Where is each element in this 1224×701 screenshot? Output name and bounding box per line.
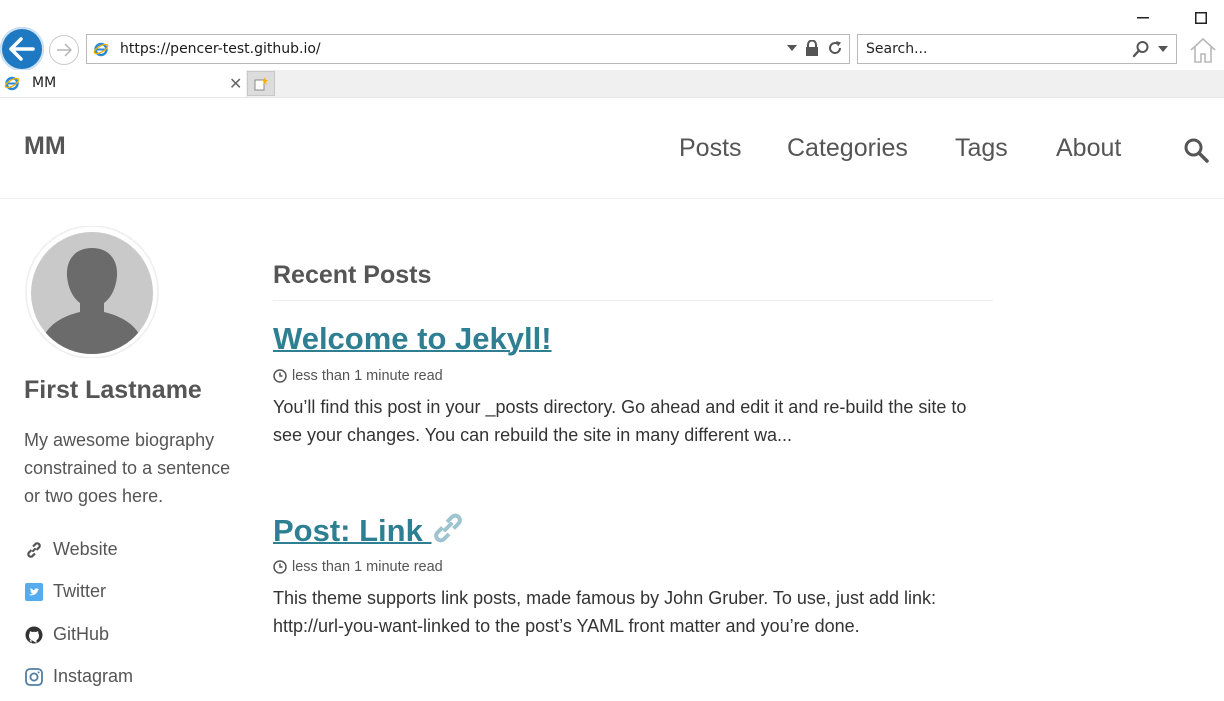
close-tab-icon[interactable]: ✕ (229, 74, 242, 93)
site-masthead: MM Posts Categories Tags About (0, 98, 1224, 199)
author-link-github[interactable]: GitHub (24, 624, 109, 645)
author-link-website[interactable]: Website (24, 539, 118, 560)
address-bar[interactable]: https://pencer-test.github.io/ (86, 34, 850, 64)
author-link-instagram[interactable]: Instagram (24, 666, 133, 687)
browser-chrome: https://pencer-test.github.io/ Search... (0, 0, 1224, 98)
address-url[interactable]: https://pencer-test.github.io/ (120, 41, 321, 57)
lock-icon[interactable] (805, 40, 819, 56)
search-dropdown-icon[interactable] (1158, 46, 1168, 52)
dropdown-arrow-icon[interactable] (787, 45, 797, 51)
back-button[interactable] (0, 27, 44, 71)
forward-button[interactable] (49, 35, 79, 65)
post-excerpt: You’ll find this post in your _posts dir… (273, 397, 967, 445)
maximize-icon[interactable] (1190, 8, 1212, 28)
post-meta: less than 1 minute read (273, 368, 443, 384)
home-button[interactable] (1188, 35, 1218, 65)
minimize-icon[interactable] (1132, 8, 1154, 28)
author-name: First Lastname (24, 376, 202, 404)
post-title-link[interactable]: Welcome to Jekyll! (273, 321, 552, 357)
refresh-icon[interactable] (827, 40, 843, 56)
magnifier-icon[interactable] (1132, 40, 1150, 58)
post-meta: less than 1 minute read (273, 559, 443, 575)
nav-posts-link[interactable]: Posts (679, 134, 742, 163)
author-link-label: Twitter (53, 581, 107, 601)
arrow-right-icon (57, 43, 72, 57)
read-time: less than 1 minute read (292, 559, 443, 575)
ie-logo-icon (93, 42, 109, 57)
site-search-icon[interactable] (1183, 137, 1209, 163)
new-tab-button[interactable] (247, 71, 275, 96)
search-box[interactable]: Search... (857, 34, 1177, 64)
nav-about-link[interactable]: About (1056, 134, 1121, 163)
clock-icon (273, 369, 287, 383)
permalink-icon[interactable] (431, 512, 465, 544)
search-input[interactable]: Search... (866, 41, 927, 57)
author-link-label: GitHub (53, 624, 110, 644)
author-link-label: Website (53, 539, 118, 559)
clock-icon (273, 560, 287, 574)
author-link-label: Instagram (53, 666, 134, 686)
post-title-link[interactable]: Post: Link (273, 512, 465, 549)
author-bio: My awesome biography constrained to a se… (24, 430, 231, 506)
new-tab-icon (254, 76, 268, 90)
post-excerpt: This theme supports link posts, made fam… (273, 588, 937, 636)
author-link-twitter[interactable]: Twitter (24, 581, 106, 602)
instagram-icon (24, 667, 44, 687)
nav-tags-link[interactable]: Tags (955, 134, 1008, 163)
site-title-link[interactable]: MM (24, 132, 66, 161)
read-time: less than 1 minute read (292, 368, 443, 384)
nav-categories-link[interactable]: Categories (787, 134, 908, 163)
author-avatar (25, 226, 159, 358)
twitter-icon (24, 582, 44, 602)
github-icon (24, 625, 44, 645)
home-icon (1190, 37, 1216, 63)
recent-posts-heading: Recent Posts (273, 261, 993, 301)
browser-tab[interactable]: MM ✕ (0, 70, 246, 97)
link-icon (24, 540, 44, 560)
ie-favicon-icon (4, 76, 20, 91)
post-title-text[interactable]: Post: Link (273, 513, 431, 548)
tab-strip: MM ✕ (0, 70, 1224, 98)
tab-title: MM (32, 75, 57, 91)
arrow-left-icon (9, 37, 35, 61)
